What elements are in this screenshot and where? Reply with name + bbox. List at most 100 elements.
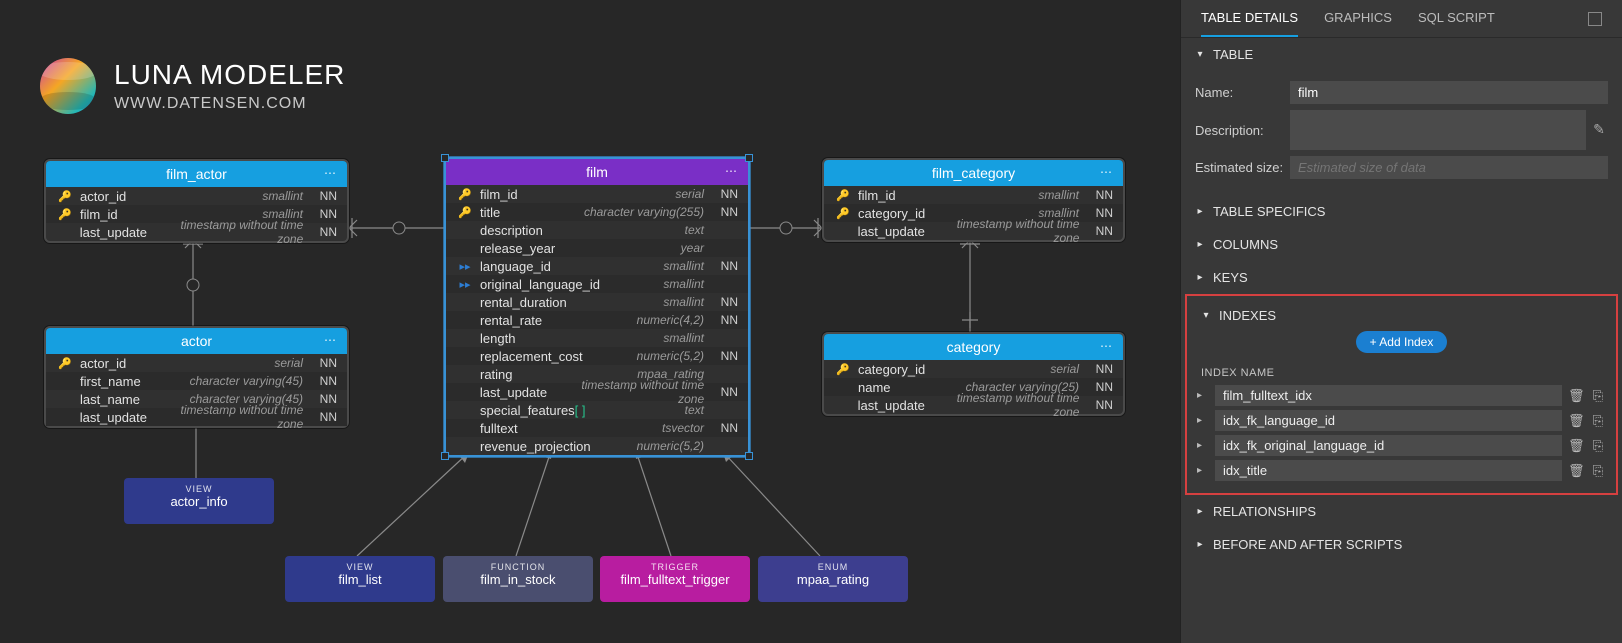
column-type: smallint	[663, 295, 710, 309]
column-type: smallint	[1038, 188, 1085, 202]
column-row[interactable]: 🔑actor_idsmallintNN	[46, 187, 347, 205]
column-row[interactable]: last_updatetimestamp without time zoneNN	[824, 222, 1123, 240]
index-name[interactable]: film_fulltext_idx	[1215, 385, 1562, 406]
section-table[interactable]: ▾TABLE	[1181, 38, 1622, 71]
name-field[interactable]	[1290, 81, 1608, 104]
column-row[interactable]: 🔑titlecharacter varying(255)NN	[446, 203, 748, 221]
column-nn: NN	[315, 225, 337, 239]
section-keys[interactable]: ▸KEYS	[1181, 261, 1622, 294]
column-type: smallint	[663, 259, 710, 273]
column-row[interactable]: last_updatetimestamp without time zoneNN	[824, 396, 1123, 414]
column-row[interactable]: descriptiontext	[446, 221, 748, 239]
duplicate-icon[interactable]: ⎘	[1590, 413, 1606, 429]
column-row[interactable]: replacement_costnumeric(5,2)NN	[446, 347, 748, 365]
column-name: replacement_cost	[480, 349, 631, 364]
column-type: serial	[274, 356, 309, 370]
column-type: timestamp without time zone	[931, 217, 1086, 245]
column-type: smallint	[663, 277, 710, 291]
description-field[interactable]	[1290, 110, 1586, 150]
column-nn: NN	[1091, 188, 1113, 202]
column-row[interactable]: revenue_projection numeric(5,2)	[446, 437, 748, 455]
index-name-header: INDEX NAME	[1193, 363, 1610, 383]
column-row[interactable]: 🔑film_idsmallintNN	[824, 186, 1123, 204]
section-scripts[interactable]: ▸BEFORE AND AFTER SCRIPTS	[1181, 528, 1622, 561]
column-row[interactable]: release_yearyear	[446, 239, 748, 257]
column-type: timestamp without time zone	[931, 391, 1086, 419]
column-nn: NN	[716, 421, 738, 435]
block-film-list[interactable]: VIEW film_list	[285, 556, 435, 602]
more-icon[interactable]: ⋯	[1100, 339, 1113, 353]
more-icon[interactable]: ⋯	[324, 166, 337, 180]
table-category[interactable]: category⋯ 🔑category_idserialNNnamecharac…	[822, 332, 1125, 416]
tab-sql-script[interactable]: SQL SCRIPT	[1418, 10, 1495, 37]
column-type: timestamp without time zone	[153, 218, 309, 246]
column-type: numeric(5,2)	[637, 439, 710, 453]
delete-icon[interactable]: 🗑	[1568, 413, 1584, 429]
column-type: smallint	[663, 331, 710, 345]
column-row[interactable]: 🔑actor_idserialNN	[46, 354, 347, 372]
duplicate-icon[interactable]: ⎘	[1590, 388, 1606, 404]
app-title: LUNA MODELER	[114, 59, 345, 91]
index-row[interactable]: ▸idx_fk_original_language_id🗑⎘	[1193, 433, 1610, 458]
column-row[interactable]: ▸▸original_language_idsmallint	[446, 275, 748, 293]
index-name[interactable]: idx_fk_original_language_id	[1215, 435, 1562, 456]
column-row[interactable]: rental_durationsmallintNN	[446, 293, 748, 311]
column-row[interactable]: last_updatetimestamp without time zoneNN	[46, 223, 347, 241]
column-type: character varying(45)	[190, 374, 309, 388]
column-row[interactable]: rental_ratenumeric(4,2)NN	[446, 311, 748, 329]
section-table-specifics[interactable]: ▸TABLE SPECIFICS	[1181, 195, 1622, 228]
column-nn: NN	[315, 207, 337, 221]
section-indexes[interactable]: ▾INDEXES	[1193, 304, 1610, 327]
app-logo: LUNA MODELER WWW.DATENSEN.COM	[40, 58, 345, 114]
index-row[interactable]: ▸film_fulltext_idx🗑⎘	[1193, 383, 1610, 408]
column-row[interactable]: special_features[ ]text	[446, 401, 748, 419]
tab-table-details[interactable]: TABLE DETAILS	[1201, 10, 1298, 37]
tab-graphics[interactable]: GRAPHICS	[1324, 10, 1392, 37]
section-relationships[interactable]: ▸RELATIONSHIPS	[1181, 495, 1622, 528]
details-panel: TABLE DETAILS GRAPHICS SQL SCRIPT ▾TABLE…	[1180, 0, 1622, 643]
column-row[interactable]: fulltext tsvector NN	[446, 419, 748, 437]
column-name: revenue_projection	[480, 439, 631, 454]
more-icon[interactable]: ⋯	[1100, 165, 1113, 179]
index-name[interactable]: idx_fk_language_id	[1215, 410, 1562, 431]
index-row[interactable]: ▸idx_fk_language_id🗑⎘	[1193, 408, 1610, 433]
block-film-in-stock[interactable]: FUNCTION film_in_stock	[443, 556, 593, 602]
block-mpaa-rating[interactable]: ENUM mpaa_rating	[758, 556, 908, 602]
diagram-canvas[interactable]: LUNA MODELER WWW.DATENSEN.COM film_actor…	[0, 0, 1180, 643]
column-name: description	[480, 223, 679, 238]
column-row[interactable]: 🔑category_idserialNN	[824, 360, 1123, 378]
column-row[interactable]: lengthsmallint	[446, 329, 748, 347]
column-type: tsvector	[662, 421, 710, 435]
column-row[interactable]: last_updatetimestamp without time zoneNN	[46, 408, 347, 426]
duplicate-icon[interactable]: ⎘	[1590, 438, 1606, 454]
table-film-category[interactable]: film_category⋯ 🔑film_idsmallintNN🔑catego…	[822, 158, 1125, 242]
block-film-fulltext-trigger[interactable]: TRIGGER film_fulltext_trigger	[600, 556, 750, 602]
app-subtitle: WWW.DATENSEN.COM	[114, 95, 345, 113]
estimated-size-field[interactable]	[1290, 156, 1608, 179]
dock-icon[interactable]	[1588, 12, 1602, 26]
delete-icon[interactable]: 🗑	[1568, 463, 1584, 479]
column-row[interactable]: ▸▸language_idsmallintNN	[446, 257, 748, 275]
column-nn: NN	[1091, 206, 1113, 220]
delete-icon[interactable]: 🗑	[1568, 388, 1584, 404]
table-film-actor[interactable]: film_actor⋯ 🔑actor_idsmallintNN🔑film_ids…	[44, 159, 349, 243]
table-actor[interactable]: actor⋯ 🔑actor_idserialNNfirst_namecharac…	[44, 326, 349, 428]
column-row[interactable]: 🔑film_idserialNN	[446, 185, 748, 203]
table-film[interactable]: film⋯ 🔑film_idserialNN🔑titlecharacter va…	[444, 157, 750, 457]
column-name: fulltext	[480, 421, 656, 436]
add-index-button[interactable]: + Add Index	[1356, 331, 1448, 353]
section-columns[interactable]: ▸COLUMNS	[1181, 228, 1622, 261]
more-icon[interactable]: ⋯	[324, 333, 337, 347]
column-name: first_name	[80, 374, 184, 389]
column-name: last_update	[80, 410, 147, 425]
delete-icon[interactable]: 🗑	[1568, 438, 1584, 454]
block-actor-info[interactable]: VIEW actor_info	[124, 478, 274, 524]
edit-icon[interactable]: ✎	[1590, 121, 1608, 139]
duplicate-icon[interactable]: ⎘	[1590, 463, 1606, 479]
column-row[interactable]: last_updatetimestamp without time zoneNN	[446, 383, 748, 401]
index-row[interactable]: ▸idx_title🗑⎘	[1193, 458, 1610, 483]
column-row[interactable]: first_namecharacter varying(45)NN	[46, 372, 347, 390]
index-name[interactable]: idx_title	[1215, 460, 1562, 481]
label-description: Description:	[1195, 123, 1290, 138]
more-icon[interactable]: ⋯	[725, 164, 738, 178]
